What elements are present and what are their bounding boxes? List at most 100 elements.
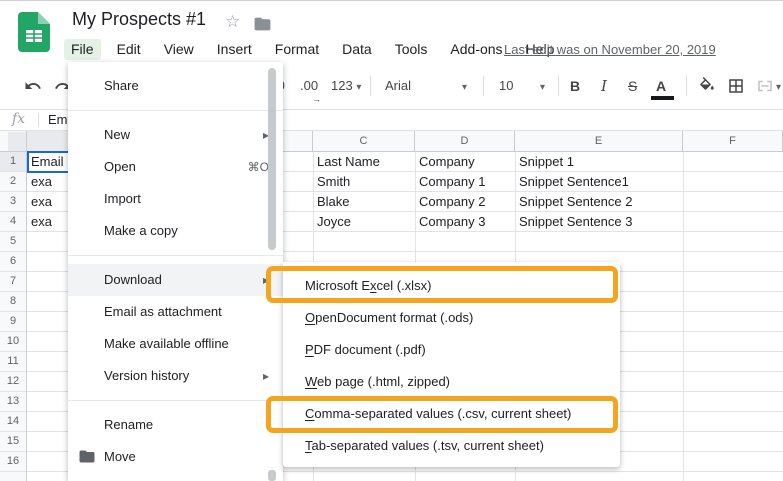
download-item-ods[interactable]: OpenDocument format (.ods)	[283, 302, 620, 334]
toolbar-separator	[370, 76, 371, 96]
menu-divider	[68, 110, 283, 111]
row-header-5[interactable]: 5	[0, 232, 26, 252]
row-header-14[interactable]: 14	[0, 412, 26, 432]
mnemonic-letter: P	[305, 342, 314, 357]
menu-insert[interactable]: Insert	[210, 39, 259, 60]
font-family-caret-icon[interactable]	[462, 76, 467, 96]
text-color-button[interactable]: A	[656, 76, 666, 96]
row-header-7[interactable]: 7	[0, 272, 26, 292]
formula-bar-separator	[38, 113, 39, 127]
annotation-box-excel	[266, 266, 618, 303]
column-header-e[interactable]: E	[515, 131, 683, 152]
menu-item-label: Version history	[104, 368, 189, 383]
font-size-select[interactable]: 10	[499, 76, 513, 96]
column-header-c[interactable]: C	[313, 131, 415, 152]
merge-cells-caret-icon[interactable]	[776, 76, 781, 96]
strikethrough-button[interactable]: S	[628, 76, 637, 96]
row-header-4[interactable]: 4	[0, 212, 26, 232]
menu-item-label: Rename	[104, 417, 153, 432]
text-color-swatch	[651, 96, 674, 100]
menu-item-label: New	[104, 127, 130, 142]
menu-item-label: Email as attachment	[104, 304, 222, 319]
download-item-tsv[interactable]: Tab-separated values (.tsv, current shee…	[283, 430, 620, 462]
menu-divider	[68, 400, 283, 401]
file-menu-item-share[interactable]: Share	[68, 70, 283, 102]
row-header-1[interactable]: 1	[0, 152, 26, 172]
cell-d1[interactable]: Company	[415, 152, 515, 172]
cell-c3[interactable]: Blake	[313, 192, 415, 212]
file-menu-item-rename[interactable]: Rename	[68, 409, 283, 441]
font-family-select[interactable]: Arial	[385, 76, 411, 96]
menu-scrollbar-thumb[interactable]	[268, 68, 276, 250]
row-header-6[interactable]: 6	[0, 252, 26, 272]
gridline	[683, 152, 684, 481]
row-header-13[interactable]: 13	[0, 392, 26, 412]
fill-color-icon[interactable]	[698, 77, 716, 95]
increase-decimal-button[interactable]: .00 →	[300, 76, 318, 96]
column-header-f[interactable]: F	[683, 131, 783, 152]
menu-data[interactable]: Data	[335, 39, 379, 60]
menu-item-label: Share	[104, 78, 139, 93]
row-header-11[interactable]: 11	[0, 352, 26, 372]
window-top-border	[0, 0, 783, 1]
select-all-corner[interactable]	[0, 131, 27, 152]
row-headers: 12345678910111213141516	[0, 152, 27, 481]
bold-button[interactable]: B	[570, 76, 580, 96]
download-item-pdf[interactable]: PDF document (.pdf)	[283, 334, 620, 366]
number-format-caret-icon	[356, 78, 361, 93]
star-icon[interactable]: ☆	[225, 12, 240, 32]
menu-tools[interactable]: Tools	[388, 39, 435, 60]
row-header-10[interactable]: 10	[0, 332, 26, 352]
move-to-folder-icon[interactable]	[253, 16, 272, 32]
cell-e1[interactable]: Snippet 1	[515, 152, 683, 172]
file-menu-item-open[interactable]: Open⌘O	[68, 151, 283, 183]
row-header-2[interactable]: 2	[0, 172, 26, 192]
cell-e3[interactable]: Snippet Sentence 2	[515, 192, 683, 212]
italic-button[interactable]: I	[601, 76, 607, 96]
menu-divider	[68, 255, 283, 256]
cell-e4[interactable]: Snippet Sentence 3	[515, 212, 683, 232]
cell-c1[interactable]: Last Name	[313, 152, 415, 172]
menu-item-label: Open	[104, 159, 136, 174]
cell-d2[interactable]: Company 1	[415, 172, 515, 192]
file-menu-item-make-a-copy[interactable]: Make a copy	[68, 215, 283, 247]
column-header-d[interactable]: D	[415, 131, 515, 152]
menu-item-label: Make a copy	[104, 223, 178, 238]
file-menu-item-email-as-attachment[interactable]: Email as attachment	[68, 296, 283, 328]
label-part: ab-separated values (.tsv, current sheet…	[312, 438, 544, 453]
cell-c4[interactable]: Joyce	[313, 212, 415, 232]
row-header-15[interactable]: 15	[0, 432, 26, 452]
row-header-12[interactable]: 12	[0, 372, 26, 392]
menu-file[interactable]: File	[64, 39, 101, 60]
file-menu-item-download[interactable]: Download	[68, 264, 283, 296]
number-format-button[interactable]: 123	[331, 76, 361, 96]
menu-addons[interactable]: Add-ons	[443, 39, 509, 60]
google-sheets-logo-icon[interactable]	[18, 12, 50, 52]
row-header-3[interactable]: 3	[0, 192, 26, 212]
menu-view[interactable]: View	[157, 39, 201, 60]
borders-icon[interactable]	[727, 77, 745, 95]
cell-d3[interactable]: Company 2	[415, 192, 515, 212]
label-part: DF document (.pdf)	[314, 342, 426, 357]
file-menu-item-make-available-offline[interactable]: Make available offline	[68, 328, 283, 360]
row-header-8[interactable]: 8	[0, 292, 26, 312]
cell-c2[interactable]: Smith	[313, 172, 415, 192]
file-menu-item-version-history[interactable]: Version history	[68, 360, 283, 392]
row-header-9[interactable]: 9	[0, 312, 26, 332]
undo-icon[interactable]	[24, 77, 42, 95]
font-size-caret-icon[interactable]	[540, 76, 545, 96]
mnemonic-letter: W	[305, 374, 317, 389]
last-edit-link[interactable]: Last edit was on November 20, 2019	[504, 42, 716, 57]
menu-edit[interactable]: Edit	[110, 39, 148, 60]
document-title[interactable]: My Prospects #1	[72, 9, 206, 30]
download-item-web-page[interactable]: Web page (.html, zipped)	[283, 366, 620, 398]
file-menu-item-import[interactable]: Import	[68, 183, 283, 215]
row-header-16[interactable]: 16	[0, 452, 26, 472]
menu-format[interactable]: Format	[268, 39, 326, 60]
merge-cells-icon[interactable]	[756, 77, 774, 95]
menu-scrollbar-thumb[interactable]	[268, 470, 276, 481]
cell-e2[interactable]: Snippet Sentence1	[515, 172, 683, 192]
cell-d4[interactable]: Company 3	[415, 212, 515, 232]
file-menu-item-move[interactable]: Move	[68, 441, 283, 473]
file-menu-item-new[interactable]: New	[68, 119, 283, 151]
